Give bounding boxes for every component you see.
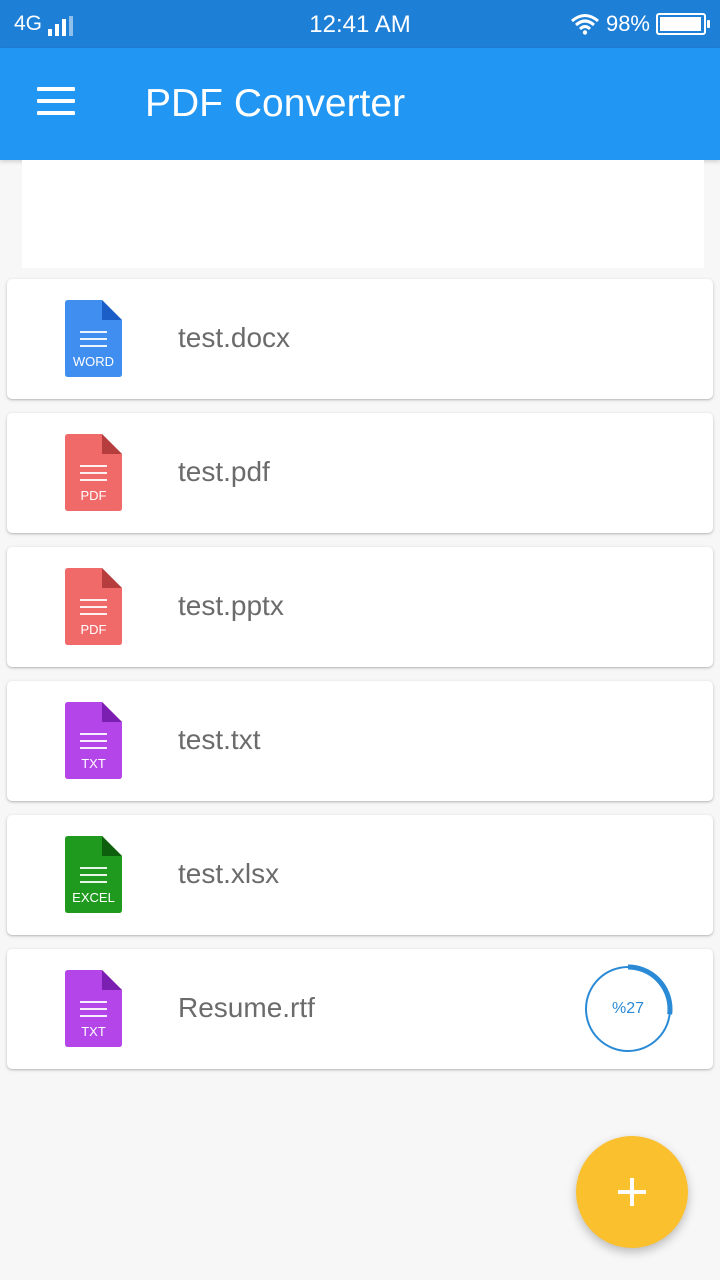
hamburger-menu-icon[interactable]	[30, 84, 82, 124]
file-type-icon: TXT	[65, 702, 122, 779]
conversion-progress-ring: %27	[583, 964, 673, 1054]
add-file-button[interactable]	[576, 1136, 688, 1248]
file-list: WORD test.docx PDF test.pdf PDF test.pptx TXT t…	[7, 279, 713, 1083]
file-card[interactable]: EXCEL test.xlsx	[7, 815, 713, 935]
wifi-icon	[570, 14, 599, 35]
file-card[interactable]: PDF test.pptx	[7, 547, 713, 667]
file-type-label: TXT	[81, 756, 106, 771]
file-name: Resume.rtf	[178, 992, 315, 1023]
file-card[interactable]: PDF test.pdf	[7, 413, 713, 533]
progress-percent: %27	[611, 1000, 645, 1017]
file-type-icon: PDF	[65, 568, 122, 645]
file-type-label: PDF	[81, 622, 107, 637]
file-card[interactable]: TXT test.txt	[7, 681, 713, 801]
app-bar: PDF Converter	[0, 48, 720, 160]
file-name: test.xlsx	[178, 858, 280, 889]
file-type-label: EXCEL	[72, 890, 115, 905]
plus-icon	[618, 1178, 646, 1206]
file-name: test.txt	[178, 724, 261, 755]
file-type-icon: TXT	[65, 970, 122, 1047]
file-type-label: PDF	[81, 488, 107, 503]
file-type-icon: WORD	[65, 300, 122, 377]
app-title: PDF Converter	[145, 82, 406, 125]
banner-area	[22, 160, 704, 268]
file-type-icon: EXCEL	[65, 836, 122, 913]
status-bar: 4G 12:41 AM 98%	[0, 0, 720, 48]
file-name: test.pptx	[178, 590, 284, 621]
file-name: test.pdf	[178, 456, 270, 487]
battery-level	[660, 17, 702, 31]
battery-percent: 98%	[605, 11, 650, 36]
status-right: 98%	[570, 11, 710, 37]
file-type-label: TXT	[81, 1024, 106, 1039]
file-type-label: WORD	[73, 354, 114, 369]
battery-icon	[656, 13, 710, 35]
file-card[interactable]: WORD test.docx	[7, 279, 713, 399]
file-type-icon: PDF	[65, 434, 122, 511]
file-name: test.docx	[178, 322, 291, 353]
file-card[interactable]: TXT Resume.rtf %27	[7, 949, 713, 1069]
